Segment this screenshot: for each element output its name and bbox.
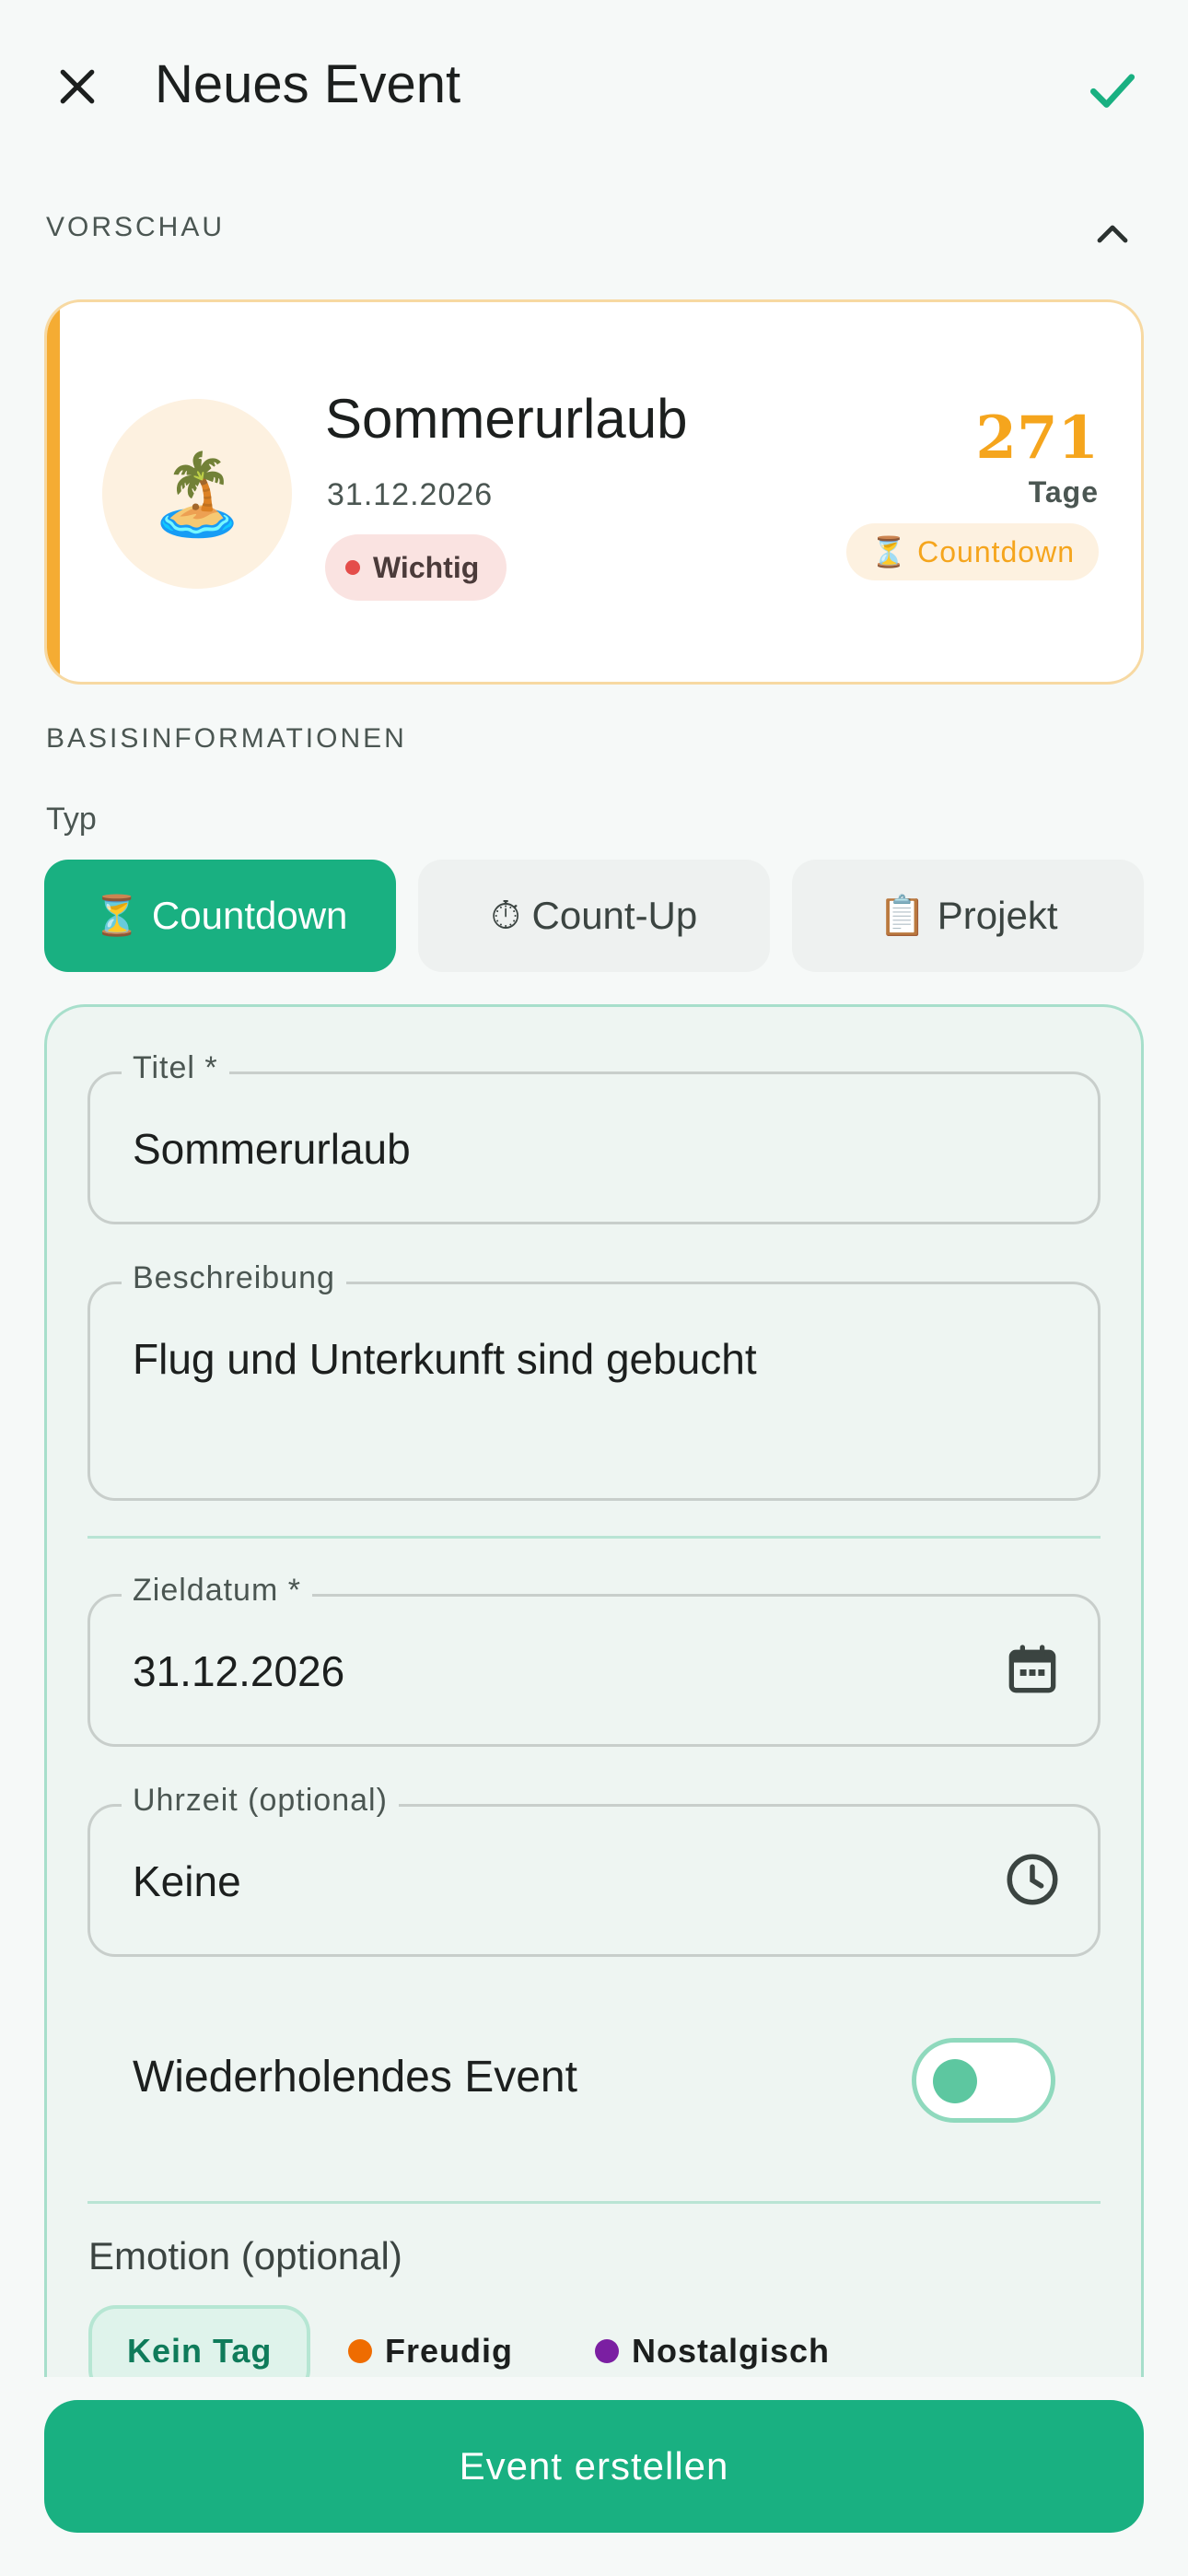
basis-section-label: BASISINFORMATIONEN xyxy=(46,723,407,754)
title-field-label: Titel * xyxy=(122,1050,229,1086)
target-date-field-value: 31.12.2026 xyxy=(133,1647,345,1695)
type-option-label: Countdown xyxy=(151,894,348,937)
clipboard-icon: 📋 xyxy=(878,893,926,937)
type-option-label: Count-Up xyxy=(531,894,698,937)
title-field-value: Sommerurlaub xyxy=(133,1125,411,1173)
recurring-event-label: Wiederholendes Event xyxy=(133,2053,577,2102)
type-option-count-up[interactable]: ⏱ Count-Up xyxy=(418,860,770,972)
preview-days-count: 271 xyxy=(975,404,1099,473)
form-divider xyxy=(87,1536,1101,1539)
type-option-countdown[interactable]: ⏳ Countdown xyxy=(44,860,396,972)
calendar-button[interactable] xyxy=(1002,1639,1063,1700)
type-option-project[interactable]: 📋 Projekt xyxy=(792,860,1144,972)
hourglass-icon: ⏳ xyxy=(92,893,141,937)
page-title: Neues Event xyxy=(155,54,461,114)
clock-button[interactable] xyxy=(1002,1849,1063,1910)
emotion-chip-label: Kein Tag xyxy=(127,2332,273,2370)
time-field-value: Keine xyxy=(133,1857,241,1905)
priority-dot-icon xyxy=(345,560,360,575)
event-preview-card: 🏝️ Sommerurlaub 31.12.2026 Wichtig 271 T… xyxy=(44,299,1144,685)
target-date-field[interactable]: Zieldatum * 31.12.2026 xyxy=(87,1573,1101,1747)
emotion-label: Emotion (optional) xyxy=(88,2234,402,2277)
preview-section-label: VORSCHAU xyxy=(46,212,226,242)
description-field-value: Flug und Unterkunft sind gebucht xyxy=(133,1335,757,1383)
check-icon xyxy=(1089,74,1136,108)
preview-days-unit: Tage xyxy=(1028,475,1099,509)
purple-dot-icon xyxy=(595,2339,619,2363)
emotion-chip-label: Freudig xyxy=(385,2332,513,2370)
stopwatch-icon: ⏱ xyxy=(490,893,521,937)
preview-type-label: Countdown xyxy=(917,534,1075,568)
priority-badge: Wichtig xyxy=(325,534,507,601)
target-date-field-label: Zieldatum * xyxy=(122,1573,312,1609)
emotion-chip-label: Nostalgisch xyxy=(632,2332,831,2370)
save-button[interactable] xyxy=(1077,55,1147,125)
event-emoji-avatar: 🏝️ xyxy=(102,399,292,589)
island-icon: 🏝️ xyxy=(147,450,247,539)
preview-title: Sommerurlaub xyxy=(325,388,688,450)
time-field-label: Uhrzeit (optional) xyxy=(122,1783,399,1819)
priority-label: Wichtig xyxy=(373,550,480,584)
top-app-bar: Neues Event xyxy=(0,0,1188,175)
recurring-event-toggle[interactable] xyxy=(912,2038,1055,2123)
preview-date: 31.12.2026 xyxy=(327,477,494,512)
new-event-screen: Neues Event VORSCHAU 🏝️ Sommerurlaub 31.… xyxy=(0,0,1188,2576)
calendar-icon xyxy=(1008,1645,1056,1693)
clock-icon xyxy=(1007,1854,1058,1905)
type-option-label: Projekt xyxy=(937,894,1058,937)
title-field[interactable]: Titel * Sommerurlaub xyxy=(87,1050,1101,1224)
close-button[interactable] xyxy=(46,55,109,118)
orange-dot-icon xyxy=(348,2339,372,2363)
collapse-preview-button[interactable] xyxy=(1083,205,1142,263)
description-field[interactable]: Beschreibung Flug und Unterkunft sind ge… xyxy=(87,1260,1101,1501)
preview-type-badge: ⏳ Countdown xyxy=(846,523,1099,580)
type-label: Typ xyxy=(46,802,97,837)
time-field[interactable]: Uhrzeit (optional) Keine xyxy=(87,1783,1101,1957)
chevron-up-icon xyxy=(1097,225,1128,243)
close-icon xyxy=(60,69,95,104)
form-divider xyxy=(87,2201,1101,2204)
create-event-button[interactable]: Event erstellen xyxy=(44,2400,1144,2533)
preview-accent-stripe xyxy=(47,302,60,682)
description-field-label: Beschreibung xyxy=(122,1260,346,1296)
hourglass-icon: ⏳ xyxy=(870,535,909,568)
toggle-knob xyxy=(933,2059,977,2103)
